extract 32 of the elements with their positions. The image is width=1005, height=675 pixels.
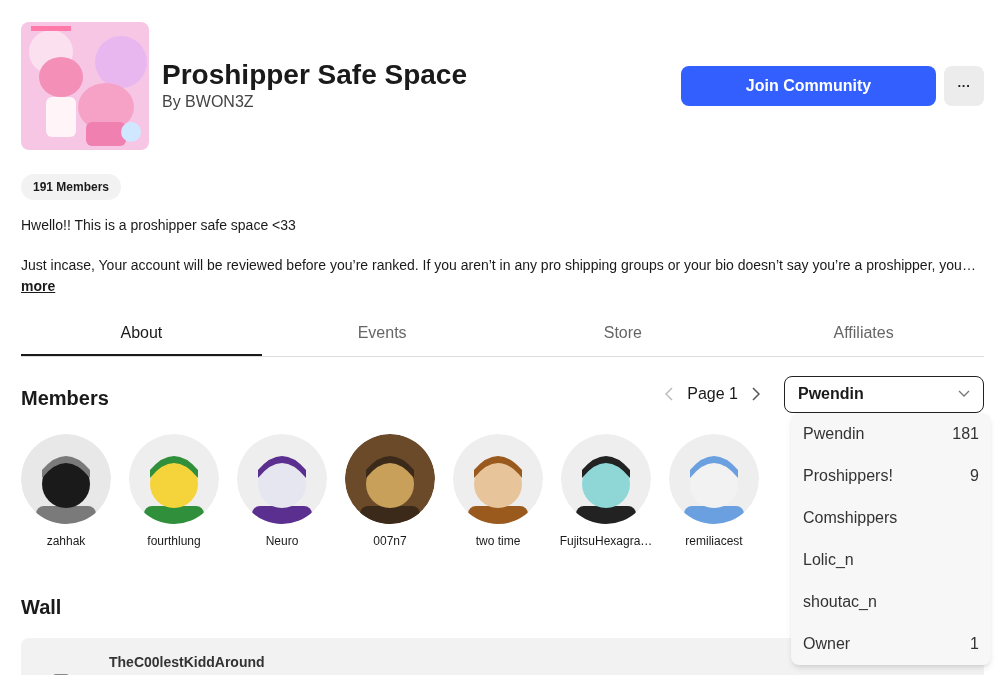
member-name[interactable]: remiliacest xyxy=(685,532,743,550)
group-title: Proshipper Safe Space xyxy=(162,58,467,92)
more-options-button[interactable]: ··· xyxy=(944,66,984,106)
role-option[interactable]: Pwendin 181 xyxy=(791,413,991,455)
role-option[interactable]: shoutac_n xyxy=(791,581,991,623)
join-community-button[interactable]: Join Community xyxy=(681,66,936,106)
members-heading: Members xyxy=(21,386,109,411)
member-name[interactable]: FujitsuHexagra… xyxy=(559,532,653,550)
role-option[interactable]: Owner 1 xyxy=(791,623,991,665)
role-option[interactable]: Proshippers! 9 xyxy=(791,455,991,497)
wall-heading: Wall xyxy=(21,595,62,620)
post-author[interactable]: TheC00lestKiddAround xyxy=(109,652,265,673)
page-indicator: Page 1 xyxy=(687,384,738,404)
more-link[interactable]: more xyxy=(21,276,56,297)
member-count: 191 Members xyxy=(21,174,122,200)
chevron-down-icon xyxy=(958,390,970,398)
tab[interactable]: About xyxy=(21,311,262,356)
member-name[interactable]: zahhak xyxy=(46,532,86,550)
description-text: Hwello!! This is a proshipper safe space <33 xyxy=(21,216,297,234)
member-name[interactable]: fourthlung xyxy=(147,532,201,550)
member-name[interactable]: two time xyxy=(475,532,521,550)
next-page-icon[interactable] xyxy=(752,387,760,401)
member-name[interactable]: 007n7 xyxy=(373,532,407,550)
role-dropdown[interactable]: Pwendin xyxy=(784,375,984,413)
description-text: Just incase, Your account will be reviewed before you’re ranked. If you aren’t in any pro shipping groups or your bio doesn’t say you’re a proshipper, you… xyxy=(21,256,977,274)
tab[interactable]: Store xyxy=(502,311,744,356)
tab[interactable]: Events xyxy=(261,311,503,356)
role-option[interactable]: Comshippers xyxy=(791,497,991,539)
member-name[interactable]: Neuro xyxy=(265,532,299,550)
tab[interactable]: Affiliates xyxy=(743,311,984,356)
role-option[interactable]: Lolic_n xyxy=(791,539,991,581)
group-owner: By BWON3Z xyxy=(162,92,255,112)
